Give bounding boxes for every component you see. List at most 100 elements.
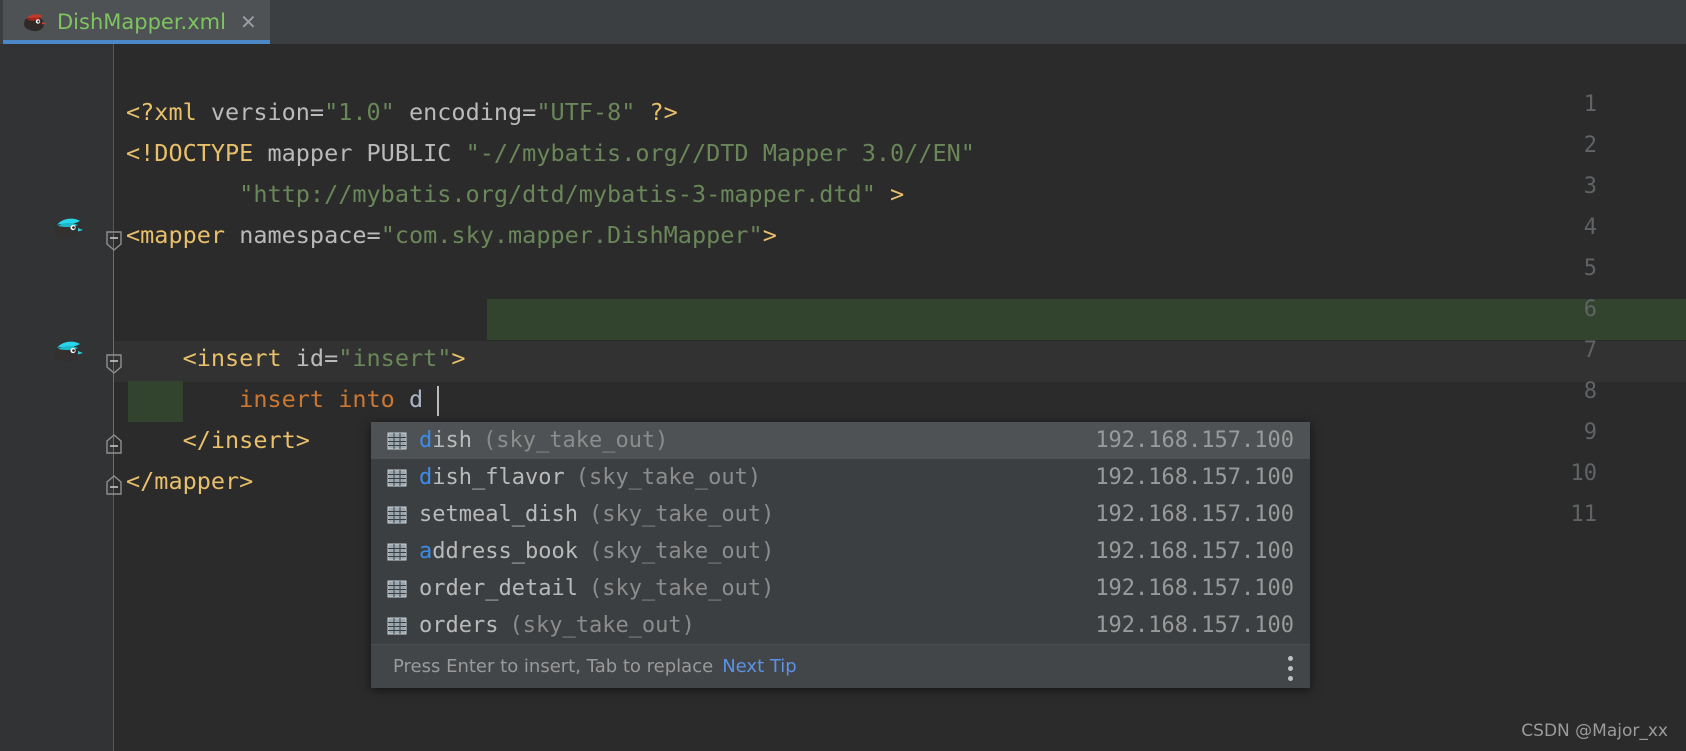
name-rest: ish_flavor: [432, 465, 565, 490]
completion-hint-bar: Press Enter to insert, Tab to replace Ne…: [371, 644, 1310, 688]
match-prefix: d: [419, 428, 433, 453]
completion-item-host: 192.168.157.100: [1095, 465, 1294, 490]
doctype-close: >: [875, 180, 905, 208]
text-caret: [437, 386, 439, 416]
completion-item[interactable]: setmeal_dish (sky_take_out) 192.168.157.…: [371, 496, 1310, 533]
fold-end-marker-line-10[interactable]: [105, 474, 123, 496]
line-number: 5: [1583, 256, 1597, 281]
tab-title: DishMapper.xml: [57, 10, 226, 34]
line-number: 10: [1570, 461, 1598, 486]
completion-item-name: dish: [419, 428, 472, 453]
line-number: 2: [1583, 133, 1597, 158]
line-number: 7: [1583, 338, 1597, 363]
completion-item-host: 192.168.157.100: [1095, 576, 1294, 601]
name-rest: der_detail: [445, 576, 578, 601]
completion-item-host: 192.168.157.100: [1095, 502, 1294, 527]
line-number: 1: [1583, 92, 1597, 117]
mapper-tag: <mapper: [126, 221, 226, 249]
table-icon: [387, 506, 407, 524]
completion-item-list[interactable]: dish (sky_take_out) 192.168.157.100 dish…: [371, 422, 1310, 644]
editor-gutter[interactable]: [0, 44, 114, 751]
error-squiggle-icon: [437, 413, 454, 428]
close-icon[interactable]: ✕: [240, 12, 257, 32]
completion-item-schema: (sky_take_out): [588, 576, 775, 601]
sql-insert-into-keyword: insert into: [126, 385, 409, 413]
name-rest: ish: [538, 502, 578, 527]
fold-end-marker-line-9[interactable]: [105, 433, 123, 455]
completion-item-name: address_book: [419, 539, 578, 564]
insert-tag: <insert: [126, 344, 282, 372]
name-rest: ders: [445, 613, 499, 638]
completion-item-host: 192.168.157.100: [1095, 539, 1294, 564]
watermark: CSDN @Major_xx: [1521, 721, 1668, 741]
line-number: 9: [1583, 420, 1597, 445]
xml-attr-version: version=: [196, 98, 325, 126]
code-line-8[interactable]: insert into d: [126, 379, 423, 420]
doctype-keyword: <!DOCTYPE: [126, 139, 254, 167]
fold-marker-line-7[interactable]: [105, 353, 123, 375]
mybatis-file-icon: [21, 11, 47, 33]
completion-item-schema: (sky_take_out): [509, 613, 695, 638]
completion-item-host: 192.168.157.100: [1095, 428, 1294, 453]
completion-item[interactable]: order_detail (sky_take_out) 192.168.157.…: [371, 570, 1310, 607]
mapper-tag-close: >: [762, 221, 777, 249]
code-line-1[interactable]: <?xml version="1.0" encoding="UTF-8" ?>: [126, 92, 678, 133]
line-number: 3: [1583, 174, 1597, 199]
namespace-value: "com.sky.mapper.DishMapper": [380, 221, 763, 249]
name-prefix: or: [419, 576, 446, 601]
insert-id-value: "insert": [338, 344, 452, 372]
completion-item-name: dish_flavor: [419, 465, 565, 490]
code-line-2[interactable]: <!DOCTYPE mapper PUBLIC "-//mybatis.org/…: [126, 133, 975, 174]
code-line-10[interactable]: </mapper>: [126, 461, 253, 502]
match-prefix: d: [419, 465, 433, 490]
xml-decl-close: ?>: [635, 98, 678, 126]
code-line-7[interactable]: <insert id="insert">: [126, 338, 466, 379]
doctype-system-id: "http://mybatis.org/dtd/mybatis-3-mapper…: [126, 180, 876, 208]
kebab-menu-icon[interactable]: [1288, 656, 1294, 681]
completion-item[interactable]: address_book (sky_take_out) 192.168.157.…: [371, 533, 1310, 570]
code-line-9[interactable]: </insert>: [126, 420, 310, 461]
namespace-attr: namespace=: [225, 221, 381, 249]
completion-item-schema: (sky_take_out): [588, 502, 775, 527]
completion-item[interactable]: orders (sky_take_out) 192.168.157.100: [371, 607, 1310, 644]
code-line-3[interactable]: "http://mybatis.org/dtd/mybatis-3-mapper…: [126, 174, 904, 215]
sql-injection-highlight: [487, 299, 1686, 340]
doctype-body: mapper PUBLIC: [253, 139, 466, 167]
table-icon: [387, 432, 407, 450]
completion-item-schema: (sky_take_out): [588, 539, 775, 564]
completion-item-name: orders: [419, 613, 498, 638]
next-tip-link[interactable]: Next Tip: [722, 656, 797, 677]
insert-tag-close: >: [451, 344, 466, 372]
completion-item-host: 192.168.157.100: [1095, 613, 1294, 638]
table-icon: [387, 617, 407, 635]
xml-attr-encoding: encoding=: [394, 98, 537, 126]
insert-id-attr: id=: [281, 344, 339, 372]
doctype-public-id: "-//mybatis.org//DTD Mapper 3.0//EN": [465, 139, 975, 167]
mybatis-mapper-icon[interactable]: [50, 214, 84, 242]
table-icon: [387, 580, 407, 598]
completion-hint-text: Press Enter to insert, Tab to replace: [393, 656, 714, 677]
completion-item-name: order_detail: [419, 576, 578, 601]
completion-item-name: setmeal_dish: [419, 502, 578, 527]
name-prefix: or: [419, 613, 446, 638]
sql-typed-prefix: d: [408, 385, 424, 413]
code-line-4[interactable]: <mapper namespace="com.sky.mapper.DishMa…: [126, 215, 777, 256]
tab-dishmapper-xml[interactable]: DishMapper.xml ✕: [3, 0, 270, 44]
editor-tab-bar: DishMapper.xml ✕: [0, 0, 1686, 44]
xml-value-version: "1.0": [324, 98, 395, 126]
completion-item[interactable]: dish (sky_take_out) 192.168.157.100: [371, 422, 1310, 459]
mapper-closing-tag: </mapper>: [126, 467, 254, 495]
match-prefix: a: [419, 539, 433, 564]
code-completion-popup[interactable]: dish (sky_take_out) 192.168.157.100 dish…: [371, 422, 1310, 688]
line-number: 8: [1583, 379, 1597, 404]
completion-item[interactable]: dish_flavor (sky_take_out) 192.168.157.1…: [371, 459, 1310, 496]
insert-closing-tag: </insert>: [126, 426, 310, 454]
completion-item-schema: (sky_take_out): [575, 465, 762, 490]
mybatis-statement-icon[interactable]: [50, 337, 84, 365]
name-rest: ddress_book: [432, 539, 578, 564]
name-rest: ish: [432, 428, 472, 453]
code-editor[interactable]: 1 2 3 4 5 6 7 8 9 10 11 <?xml version="1…: [0, 44, 1686, 751]
table-icon: [387, 543, 407, 561]
line-number: 4: [1583, 215, 1597, 240]
fold-marker-line-4[interactable]: [105, 230, 123, 252]
